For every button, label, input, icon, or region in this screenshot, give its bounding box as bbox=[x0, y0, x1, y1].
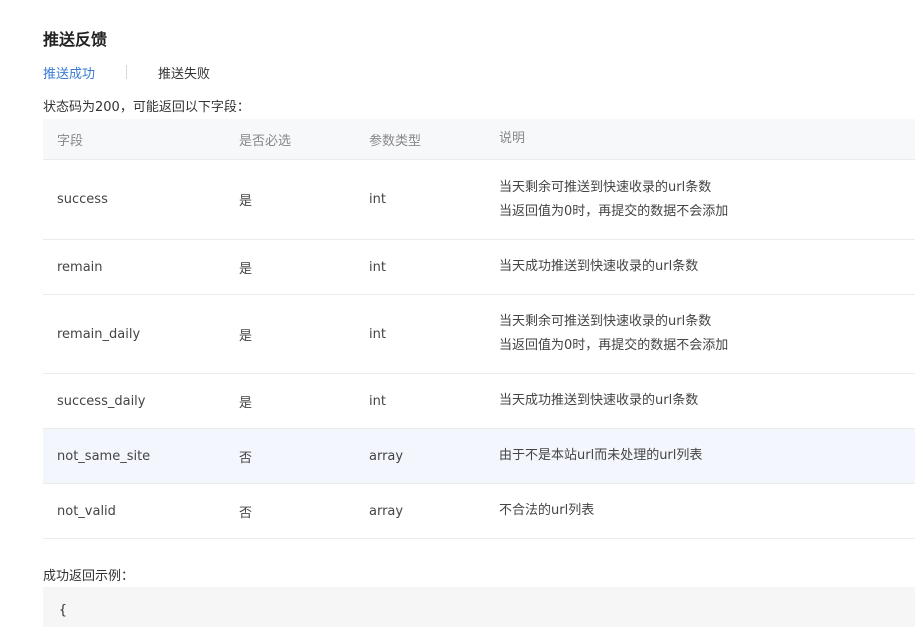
field-type: int bbox=[369, 326, 386, 342]
field-required: 是 bbox=[239, 261, 253, 277]
table-row: remain_daily 是 int 当天剩余可推送到快速收录的url条数 当返… bbox=[43, 295, 915, 374]
field-required: 是 bbox=[239, 395, 253, 411]
code-example-block: { bbox=[43, 587, 915, 627]
field-required: 是 bbox=[239, 328, 253, 344]
field-name: success bbox=[57, 192, 108, 207]
field-type: int bbox=[369, 259, 386, 275]
header-description: 说明 bbox=[499, 131, 526, 146]
description-line: 当天剩余可推送到快速收录的url条数 bbox=[499, 314, 712, 329]
field-name: remain_daily bbox=[57, 326, 141, 342]
table-header-row: 字段 是否必选 参数类型 说明 bbox=[43, 119, 915, 160]
description-line: 当天成功推送到快速收录的url条数 bbox=[499, 259, 699, 274]
field-required: 否 bbox=[239, 450, 253, 466]
field-name: success_daily bbox=[57, 393, 146, 409]
field-name: not_valid bbox=[57, 503, 116, 519]
tab-push-failure[interactable]: 推送失败 bbox=[158, 63, 210, 82]
field-name: remain bbox=[57, 259, 103, 275]
field-type: int bbox=[369, 393, 386, 409]
code-line: { bbox=[59, 603, 67, 618]
description-line: 不合法的url列表 bbox=[499, 503, 595, 518]
tab-bar: 推送成功 推送失败 bbox=[43, 62, 210, 82]
tab-push-success[interactable]: 推送成功 bbox=[43, 63, 95, 82]
table-row: success 是 int 当天剩余可推送到快速收录的url条数 当返回值为0时… bbox=[43, 160, 915, 240]
header-field: 字段 bbox=[57, 133, 84, 149]
description-line: 当天剩余可推送到快速收录的url条数 bbox=[499, 179, 712, 195]
field-description: 不合法的url列表 bbox=[485, 499, 915, 523]
description-line: 当天成功推送到快速收录的url条数 bbox=[499, 393, 699, 408]
page-title: 推送反馈 bbox=[43, 30, 108, 49]
tab-divider bbox=[126, 65, 128, 79]
field-type: array bbox=[369, 503, 404, 519]
status-description: 状态码为200，可能返回以下字段： bbox=[43, 100, 250, 115]
field-type: int bbox=[369, 192, 386, 207]
description-line: 由于不是本站url而未处理的url列表 bbox=[499, 448, 703, 463]
field-description: 由于不是本站url而未处理的url列表 bbox=[485, 444, 915, 468]
field-description: 当天成功推送到快速收录的url条数 bbox=[485, 389, 915, 413]
table-row: not_same_site 否 array 由于不是本站url而未处理的url列… bbox=[43, 429, 915, 484]
header-required: 是否必选 bbox=[239, 133, 292, 149]
table-row: remain 是 int 当天成功推送到快速收录的url条数 bbox=[43, 240, 915, 295]
header-type: 参数类型 bbox=[369, 133, 422, 149]
field-description: 当天剩余可推送到快速收录的url条数 当返回值为0时，再提交的数据不会添加 bbox=[485, 310, 915, 358]
field-name: not_same_site bbox=[57, 448, 151, 464]
field-required: 是 bbox=[239, 194, 253, 209]
field-description: 当天成功推送到快速收录的url条数 bbox=[485, 255, 915, 279]
table-row: success_daily 是 int 当天成功推送到快速收录的url条数 bbox=[43, 374, 915, 429]
table-row: not_valid 否 array 不合法的url列表 bbox=[43, 484, 915, 539]
description-line: 当返回值为0时，再提交的数据不会添加 bbox=[499, 338, 729, 353]
field-required: 否 bbox=[239, 505, 253, 521]
field-description: 当天剩余可推送到快速收录的url条数 当返回值为0时，再提交的数据不会添加 bbox=[485, 176, 915, 224]
description-line: 当返回值为0时，再提交的数据不会添加 bbox=[499, 203, 729, 219]
response-fields-table: 字段 是否必选 参数类型 说明 success 是 int 当天剩余可推送到快速… bbox=[43, 119, 915, 539]
example-label: 成功返回示例： bbox=[43, 569, 135, 584]
field-type: array bbox=[369, 448, 404, 464]
